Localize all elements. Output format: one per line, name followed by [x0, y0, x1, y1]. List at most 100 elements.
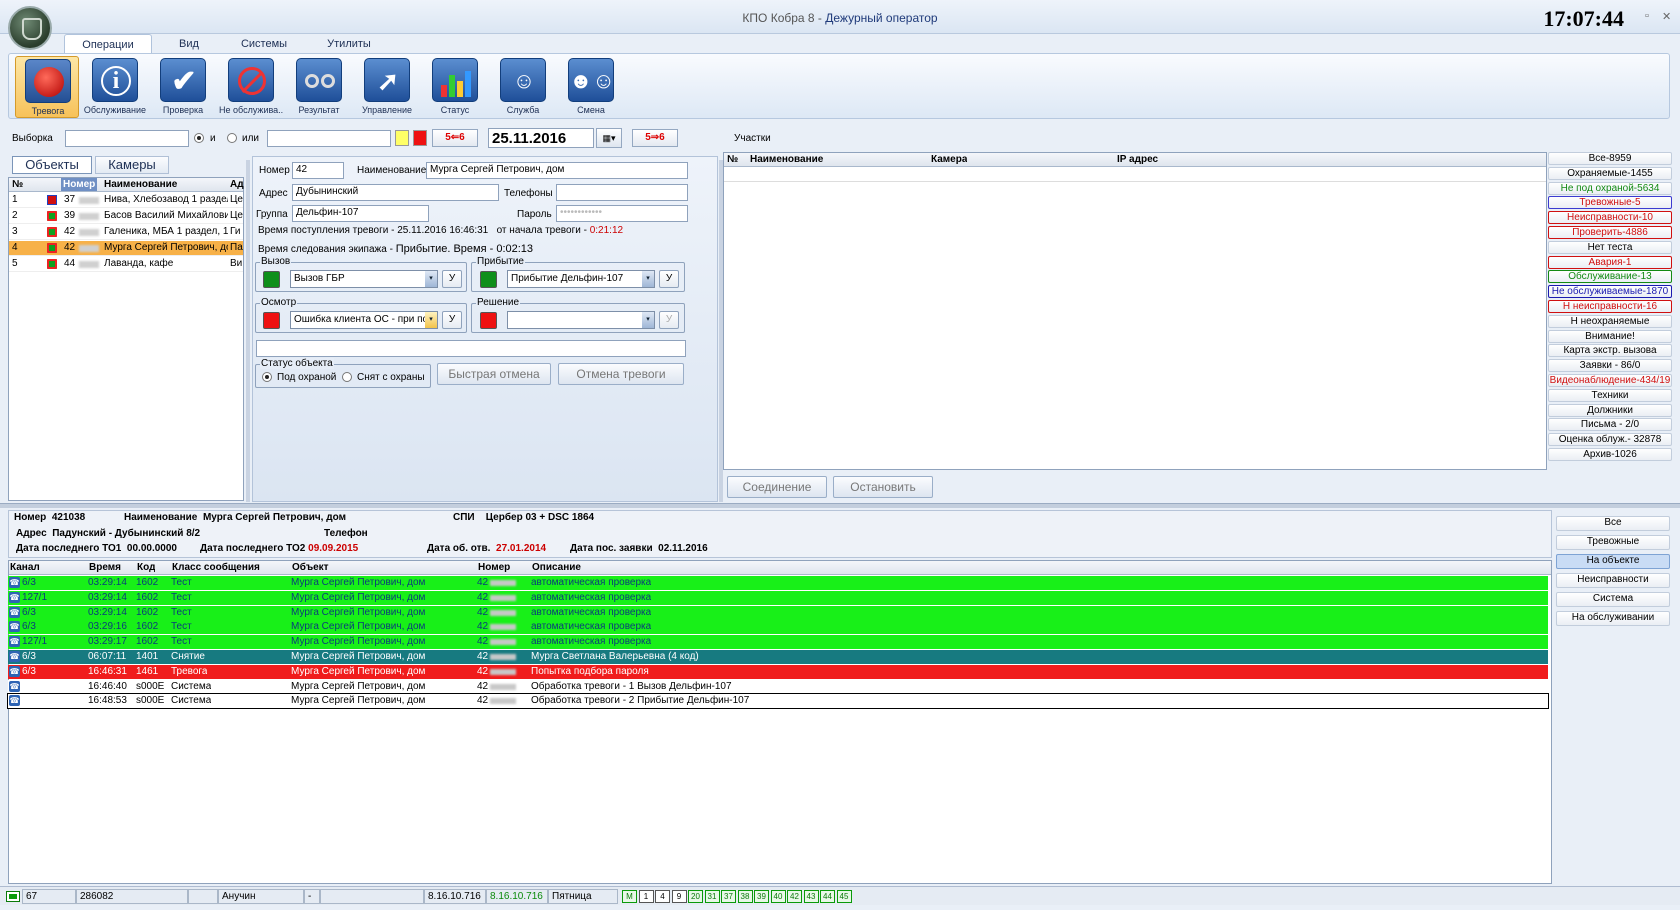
channel-indicator[interactable]: 38 — [737, 890, 753, 903]
tab-cameras[interactable]: Камеры — [95, 156, 169, 174]
armed-radio[interactable] — [262, 372, 272, 382]
inspection-select[interactable]: Ошибка клиента ОС - при пос ▾ — [290, 311, 438, 329]
filter-button[interactable]: Авария-1 — [1548, 255, 1672, 269]
channel-indicator[interactable]: 44 — [820, 890, 835, 903]
filter-button[interactable]: Не обслуживаемые-1870 — [1548, 285, 1672, 299]
filter-input[interactable] — [65, 130, 189, 147]
tab-operations[interactable]: Операции — [64, 34, 152, 54]
tab-systems[interactable]: Системы — [229, 34, 299, 54]
cancel-alarm-button[interactable]: Отмена тревоги — [558, 363, 684, 385]
channel-indicator[interactable]: 1 — [638, 890, 654, 903]
decision-select[interactable]: ▾ — [507, 311, 655, 329]
filter-button[interactable]: Техники — [1548, 388, 1672, 402]
or-radio[interactable] — [227, 133, 237, 143]
event-filter-button[interactable]: На объекте — [1556, 554, 1670, 569]
event-row[interactable]: ☎ 127/1 03:29:14 1602 Тест Мурга Сергей Петро… — [8, 590, 1548, 605]
quick-cancel-button[interactable]: Быстрая отмена — [437, 363, 551, 385]
event-row[interactable]: ☎ 6/3 03:29:16 1602 Тест Мурга Сергей Петрови… — [8, 620, 1548, 635]
swap-right-button[interactable]: 5⇒6 — [632, 129, 678, 147]
check-button[interactable]: ✔ Проверка — [151, 56, 215, 118]
inspection-u-button[interactable]: У — [442, 311, 462, 329]
event-filter-button[interactable]: Неисправности — [1556, 573, 1670, 588]
event-row[interactable]: ☎ 6/3 03:29:14 1602 Тест Мурга Сергей Петрови… — [8, 605, 1548, 620]
filter-button[interactable]: Должники — [1548, 403, 1672, 417]
filter-button[interactable]: Заявки - 86/0 — [1548, 359, 1672, 373]
no-service-button[interactable]: Не обслужива... — [219, 56, 283, 118]
channel-indicator[interactable]: 9 — [671, 890, 687, 903]
table-row[interactable]: 2 39 Басов Василий Михайлович Це — [9, 209, 243, 224]
event-row[interactable]: ☎ 16:48:53 s000E Система Мурга Сергей Петров… — [7, 693, 1549, 710]
event-row[interactable]: ☎ 6/3 06:07:11 1401 Снятие Мурга Сергей Петро… — [8, 650, 1548, 664]
minimize-icon[interactable]: ▫ — [1645, 10, 1649, 22]
filter-button[interactable]: Тревожные-5 — [1548, 196, 1672, 210]
shift-button[interactable]: ☻☺ Смена — [559, 56, 623, 118]
filter-button[interactable]: Неисправности-10 — [1548, 211, 1672, 225]
event-filter-button[interactable]: Тревожные — [1556, 535, 1670, 550]
yellow-swatch[interactable] — [395, 130, 409, 146]
filter-button[interactable]: Охраняемые-1455 — [1548, 166, 1672, 180]
arrival-u-button[interactable]: У — [659, 270, 679, 288]
filter-button[interactable]: Не под охраной-5634 — [1548, 181, 1672, 195]
number-field[interactable]: 42 — [292, 162, 344, 179]
tab-utilities[interactable]: Утилиты — [314, 34, 384, 54]
channel-indicator[interactable]: 42 — [787, 890, 802, 903]
status-button[interactable]: Статус — [423, 56, 487, 118]
filter-button[interactable]: Оценка облуж.- 32878 — [1548, 433, 1672, 447]
filter-button[interactable]: Обслуживание-13 — [1548, 270, 1672, 284]
password-field[interactable]: •••••••••••• — [556, 205, 688, 222]
calendar-icon[interactable]: ▦▾ — [596, 128, 622, 148]
filter-button[interactable]: Архив-1026 — [1548, 448, 1672, 461]
filter-button[interactable]: Проверить-4886 — [1548, 226, 1672, 239]
filter-button[interactable]: Письма - 2/0 — [1548, 418, 1672, 432]
stop-button[interactable]: Остановить — [833, 476, 933, 498]
event-row[interactable]: ☎ 6/3 16:46:31 1461 Тревога Мурга Сергей Петр… — [8, 664, 1548, 679]
group-field[interactable]: Дельфин-107 — [292, 205, 429, 222]
comment-field[interactable] — [256, 340, 686, 357]
event-filter-button[interactable]: Система — [1556, 592, 1670, 607]
channel-indicator[interactable]: 4 — [655, 890, 670, 903]
table-row[interactable]: 5 44 Лаванда, кафе Ви — [9, 257, 243, 272]
filter-button[interactable]: Н неисправности-16 — [1548, 300, 1672, 313]
swap-left-button[interactable]: 5⇐6 — [432, 129, 478, 147]
alarm-button[interactable]: Тревога — [15, 56, 79, 118]
event-filter-button[interactable]: На обслуживании — [1556, 611, 1670, 626]
result-button[interactable]: Результат — [287, 56, 351, 118]
filter-button[interactable]: Видеонаблюдение-434/19 — [1548, 374, 1672, 387]
call-u-button[interactable]: У — [442, 270, 462, 288]
filter-button[interactable]: Все-8959 — [1548, 152, 1672, 165]
filter-button[interactable]: Нет теста — [1548, 240, 1672, 254]
disarmed-radio[interactable] — [342, 372, 352, 382]
channel-indicator[interactable]: M — [622, 890, 637, 903]
event-row[interactable]: ☎ 16:46:40 s000E Система Мурга Сергей Петров… — [8, 679, 1548, 694]
service-button[interactable]: i Обслуживание — [83, 56, 147, 118]
name-field[interactable]: Мурга Сергей Петрович, дом — [426, 162, 688, 179]
event-filter-button[interactable]: Все — [1556, 516, 1670, 531]
arrival-select[interactable]: Прибытие Дельфин-107 ▾ — [507, 270, 655, 288]
channel-indicator[interactable]: 20 — [688, 890, 703, 903]
channel-indicator[interactable]: 39 — [754, 890, 769, 903]
and-radio[interactable] — [194, 133, 204, 143]
call-select[interactable]: Вызов ГБР ▾ — [290, 270, 438, 288]
filter-button[interactable]: Внимание! — [1548, 329, 1672, 343]
duty-button[interactable]: ☺ Служба — [491, 56, 555, 118]
close-icon[interactable]: ✕ — [1662, 10, 1671, 23]
event-row[interactable]: ☎ 127/1 03:29:17 1602 Тест Мурга Сергей Петро… — [8, 635, 1548, 650]
control-button[interactable]: ➚ Управление — [355, 56, 419, 118]
filter-button[interactable]: Карта экстр. вызова — [1548, 344, 1672, 358]
tab-view[interactable]: Вид — [164, 34, 214, 54]
decision-u-button[interactable]: У — [659, 311, 679, 329]
channel-indicator[interactable]: 43 — [803, 890, 819, 903]
filter-button[interactable]: Н неохраняемые — [1548, 314, 1672, 328]
splitter[interactable] — [246, 160, 250, 502]
or-filter-input[interactable] — [267, 130, 391, 147]
channel-indicator[interactable]: 37 — [721, 890, 736, 903]
channel-indicator[interactable]: 45 — [836, 890, 852, 903]
date-input[interactable]: 25.11.2016 — [488, 128, 594, 148]
horizontal-splitter[interactable] — [0, 503, 1680, 508]
table-row[interactable]: 3 42 Галеника, МБА 1 раздел, 1 Ги — [9, 225, 243, 240]
table-row[interactable]: 1 37 Нива, Хлебозавод 1 раздел Це — [9, 193, 243, 208]
address-field[interactable]: Дубынинский — [292, 184, 499, 201]
red-swatch[interactable] — [413, 130, 427, 146]
phones-field[interactable] — [556, 184, 688, 201]
channel-indicator[interactable]: 40 — [770, 890, 786, 903]
